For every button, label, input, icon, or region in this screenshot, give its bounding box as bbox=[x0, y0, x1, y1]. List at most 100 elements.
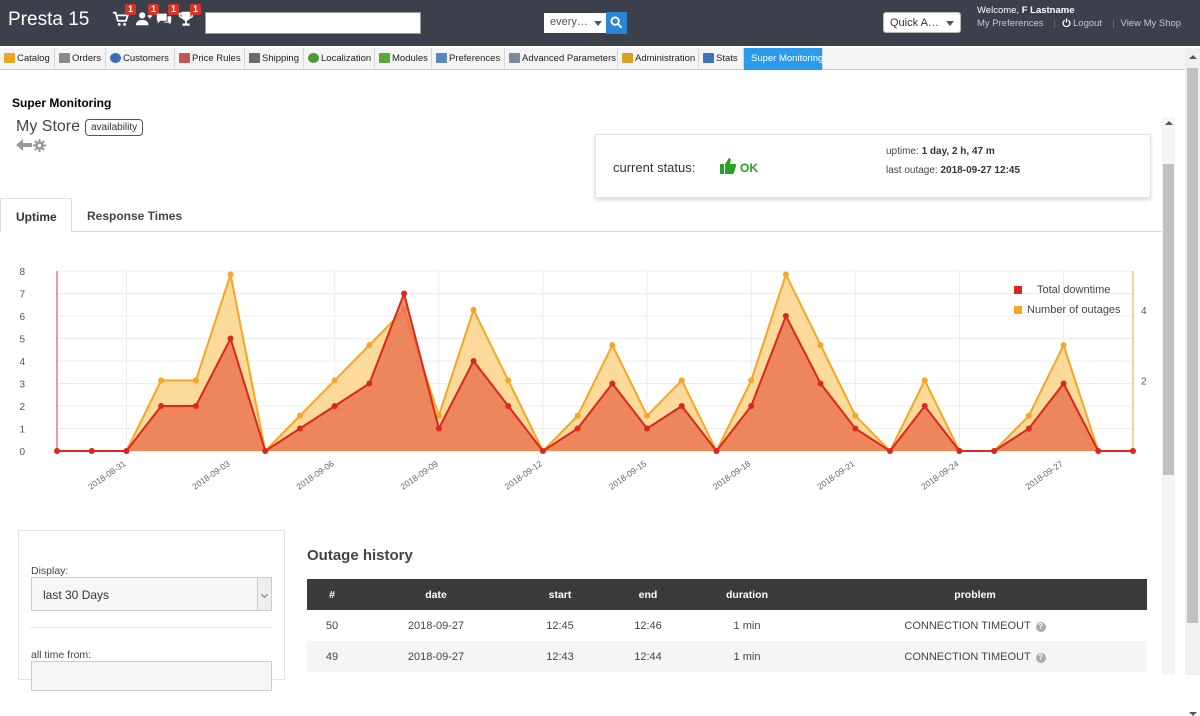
menu-advanced-parameters[interactable]: Advanced Parameters bbox=[505, 48, 618, 70]
menu-orders[interactable]: Orders bbox=[55, 48, 106, 70]
problem-text: CONNECTION TIMEOUT bbox=[904, 650, 1031, 663]
cell-start: 12:45 bbox=[546, 619, 574, 632]
downtime-series-point bbox=[539, 448, 546, 454]
display-period-select[interactable]: last 30 Days bbox=[31, 577, 272, 611]
table-header-row: # date start end duration problem bbox=[307, 579, 1147, 610]
last-outage-value: 2018-09-27 12:45 bbox=[940, 165, 1021, 176]
menu-label: Stats bbox=[716, 53, 738, 64]
downtime-series-point bbox=[1025, 425, 1032, 432]
status-card: current status: OK uptime: 1 day, 2 h, 4… bbox=[595, 134, 1151, 198]
welcome-text: Welcome, F Lastname bbox=[977, 5, 1075, 16]
legend-swatch bbox=[1014, 286, 1022, 294]
view-shop-link[interactable]: View My Shop bbox=[1121, 18, 1182, 29]
search-button[interactable] bbox=[606, 12, 627, 34]
back-arrow-icon[interactable] bbox=[16, 139, 32, 151]
legend-item-number-of-outages[interactable]: Number of outages bbox=[1012, 304, 1121, 324]
user-name: F Lastname bbox=[1021, 5, 1075, 16]
cell-start: 12:43 bbox=[515, 641, 605, 672]
content-scrollbar[interactable] bbox=[1162, 117, 1175, 675]
outages-series-point bbox=[852, 412, 859, 419]
logout-link[interactable]: Logout bbox=[1073, 18, 1102, 29]
thumbs-up-icon bbox=[720, 158, 736, 174]
menu-modules[interactable]: Modules bbox=[375, 48, 432, 70]
cell-problem: CONNECTION TIMEOUT ? bbox=[803, 641, 1147, 672]
x-tick-label: 2018-09-21 bbox=[815, 458, 857, 491]
x-tick-label: 2018-09-03 bbox=[190, 458, 232, 491]
legend-label: Number of outages bbox=[1027, 304, 1121, 316]
menu-price-rules[interactable]: Price Rules bbox=[175, 48, 245, 70]
cell-duration: 1 min bbox=[691, 641, 803, 672]
scroll-up-arrow-icon[interactable] bbox=[1165, 121, 1173, 125]
uptime-chart-svg: 0 1 2 3 4 5 6 7 8 2018-08-31 2018-09-03 2018-09-06 2… bbox=[19, 267, 1147, 492]
column-header[interactable]: problem bbox=[803, 579, 1147, 610]
menu-stats[interactable]: Stats bbox=[699, 48, 744, 70]
welcome-prefix: Welcome, bbox=[977, 5, 1020, 16]
my-preferences-link[interactable]: My Preferences bbox=[977, 18, 1044, 29]
gear-icon[interactable] bbox=[33, 139, 46, 152]
availability-tag[interactable]: availability bbox=[85, 119, 144, 136]
tab-response-times[interactable]: Response Times bbox=[72, 198, 198, 232]
column-header[interactable]: start bbox=[515, 579, 605, 610]
column-header[interactable]: end bbox=[605, 579, 691, 610]
outage-history-table: # date start end duration problem 50 201… bbox=[307, 579, 1147, 672]
cell-date: 2018-09-27 bbox=[407, 619, 465, 632]
outages-series-point bbox=[817, 342, 824, 349]
help-icon[interactable]: ? bbox=[1035, 621, 1046, 632]
chevron-down-icon bbox=[257, 578, 271, 610]
help-icon[interactable]: ? bbox=[1035, 652, 1046, 663]
search-icon bbox=[610, 16, 623, 29]
downtime-series-point bbox=[435, 425, 442, 432]
last-outage-text: last outage: 2018-09-27 12:45 bbox=[886, 165, 1020, 176]
shop-name[interactable]: Presta 15 bbox=[8, 9, 89, 31]
legend-label: Total downtime bbox=[1037, 284, 1111, 296]
menu-customers[interactable]: Customers bbox=[106, 48, 175, 70]
downtime-series-point bbox=[331, 403, 338, 409]
menu-label: Administration bbox=[635, 53, 696, 64]
separator: | bbox=[1053, 18, 1056, 29]
y-left-tick-label: 0 bbox=[19, 447, 25, 458]
x-tick-label: 2018-09-24 bbox=[919, 458, 961, 491]
downtime-series-point bbox=[401, 290, 408, 297]
scrollbar-thumb[interactable] bbox=[1187, 68, 1198, 623]
quick-access-value: Quick A… bbox=[890, 17, 939, 29]
quick-access-select[interactable]: Quick A… bbox=[883, 12, 961, 33]
catalog-icon bbox=[4, 53, 15, 63]
menu-catalog[interactable]: Catalog bbox=[0, 48, 55, 70]
column-header[interactable]: # bbox=[307, 579, 357, 610]
orders-icon bbox=[59, 53, 70, 63]
messages-notification[interactable]: 1 bbox=[155, 4, 179, 30]
new-customers-notification[interactable]: 1 bbox=[135, 4, 159, 30]
scroll-up-arrow-icon[interactable] bbox=[1189, 55, 1197, 59]
shipping-icon bbox=[249, 53, 260, 63]
menu-localization[interactable]: Localization bbox=[304, 48, 375, 70]
display-label: Display: bbox=[31, 565, 69, 577]
downtime-series-point bbox=[296, 425, 303, 432]
page-title: Super Monitoring bbox=[12, 96, 112, 110]
scroll-down-arrow-icon[interactable] bbox=[1189, 712, 1197, 716]
page-scrollbar[interactable] bbox=[1185, 48, 1200, 716]
all-time-from-input[interactable] bbox=[31, 661, 272, 691]
achievements-notification[interactable]: 1 bbox=[177, 4, 201, 30]
menu-preferences[interactable]: Preferences bbox=[432, 48, 505, 70]
menu-shipping[interactable]: Shipping bbox=[245, 48, 304, 70]
stats-icon bbox=[703, 53, 714, 63]
scrollbar-thumb[interactable] bbox=[1163, 164, 1174, 475]
uptime-chart: 0 1 2 3 4 5 6 7 8 2018-08-31 2018-09-03 2018-09-06 2… bbox=[0, 262, 1160, 502]
legend-item-total-downtime[interactable]: Total downtime bbox=[1012, 284, 1121, 304]
column-header[interactable]: date bbox=[357, 579, 515, 610]
downtime-series-point bbox=[748, 403, 755, 409]
outages-series-point bbox=[1060, 342, 1067, 349]
tab-uptime[interactable]: Uptime bbox=[0, 198, 72, 232]
menu-super-monitoring[interactable]: Super Monitoring bbox=[744, 48, 823, 70]
status-value: OK bbox=[740, 161, 758, 175]
outages-series-point bbox=[609, 342, 616, 349]
new-orders-notification[interactable]: 1 bbox=[112, 4, 136, 30]
price-rules-icon bbox=[179, 53, 190, 63]
column-header[interactable]: duration bbox=[691, 579, 803, 610]
search-scope-select[interactable]: every… bbox=[544, 13, 606, 33]
table-row: 49 2018-09-27 12:43 12:44 1 min CONNECTI… bbox=[307, 641, 1147, 672]
menu-administration[interactable]: Administration bbox=[618, 48, 699, 70]
outage-history-title: Outage history bbox=[307, 547, 413, 564]
search-input[interactable] bbox=[208, 14, 336, 32]
chart-tabs: Uptime Response Times bbox=[0, 198, 1162, 232]
